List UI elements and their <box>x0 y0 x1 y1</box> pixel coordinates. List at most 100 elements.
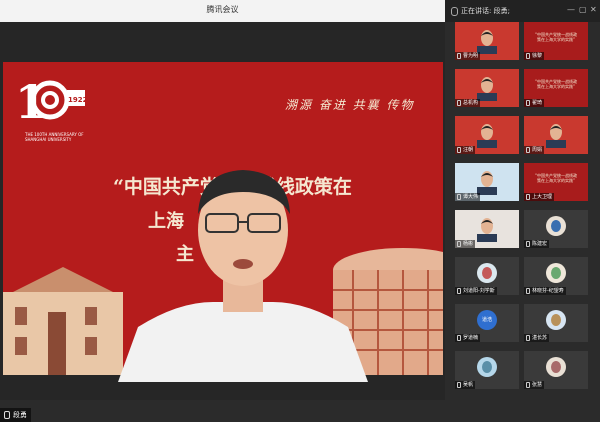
participant-name: 张慧 <box>524 381 545 389</box>
participant-avatar <box>477 357 497 377</box>
microphone-icon <box>4 411 10 419</box>
svg-text:1922: 1922 <box>68 96 85 104</box>
microphone-icon <box>457 334 461 341</box>
participant-name: 谭大伟 <box>455 193 481 201</box>
microphone-icon <box>526 193 530 200</box>
speaking-indicator: 正在讲话: 段勇; <box>461 7 510 15</box>
participant-name: 总机构 <box>455 99 481 107</box>
participant-name: 刘道阳-刘学斯 <box>455 287 497 295</box>
microphone-icon <box>457 381 461 388</box>
avatar-image <box>551 314 561 326</box>
participant-name-text: 徐黎 <box>532 53 543 59</box>
participant-tile[interactable]: 张慧 <box>524 351 588 389</box>
microphone-icon <box>526 99 530 106</box>
microphone-icon <box>526 52 530 59</box>
participant-avatar <box>546 216 566 236</box>
minimize-icon[interactable]: — <box>567 5 575 14</box>
microphone-icon <box>457 193 461 200</box>
microphone-icon <box>526 287 530 294</box>
participant-avatar <box>477 263 497 283</box>
participant-name: 湛长苏 <box>524 334 550 342</box>
participant-tile[interactable]: 吴帆 <box>455 351 519 389</box>
participant-name-text: 吴帆 <box>463 382 474 388</box>
participant-name: 翟琦 <box>524 99 545 107</box>
avatar-image <box>551 220 561 232</box>
participant-avatar <box>546 263 566 283</box>
participant-name-text: 翟琦 <box>532 100 543 106</box>
participant-name-text: 总机构 <box>463 100 479 106</box>
microphone-icon <box>457 146 461 153</box>
participant-tile[interactable]: 杨彬 <box>455 210 519 248</box>
avatar-image <box>482 361 492 373</box>
participant-video-face <box>546 124 566 148</box>
slide-thumbnail-text: “中国共产党统一战线政策在上海大学的实践” <box>534 79 578 89</box>
avatar-image <box>551 361 561 373</box>
participant-tile[interactable]: 湛长苏 <box>524 304 588 342</box>
speaker-video <box>118 170 368 382</box>
participant-tile[interactable]: 林晓芬-纪望寿 <box>524 257 588 295</box>
microphone-icon <box>451 7 458 16</box>
microphone-icon <box>457 287 461 294</box>
main-video[interactable]: 1 1922 THE 100TH ANNIVERSARY OF SHANGHAI… <box>0 22 445 422</box>
sidebar-header: 正在讲话: 段勇; — ▢ ✕ <box>445 0 600 22</box>
participant-name: 林晓芬-纪望寿 <box>524 287 566 295</box>
participant-name-text: 杨彬 <box>463 241 474 247</box>
participant-name: 上大卫理 <box>524 193 555 201</box>
participant-name: 陈建宏 <box>524 240 550 248</box>
close-icon[interactable]: ✕ <box>590 5 597 14</box>
microphone-icon <box>526 240 530 247</box>
microphone-icon <box>526 381 530 388</box>
participant-tile[interactable]: “中国共产党统一战线政策在上海大学的实践” 徐黎 <box>524 22 588 60</box>
speaker-name-tag: 段勇 <box>0 408 31 422</box>
participant-tile[interactable]: 周娟 <box>524 116 588 154</box>
avatar-image <box>551 267 561 279</box>
participant-name: 汪朝 <box>455 146 476 154</box>
participant-name-text: 罗道楠 <box>463 335 479 341</box>
participant-name: 罗道楠 <box>455 334 481 342</box>
participant-name-text: 上大卫理 <box>532 194 553 200</box>
participant-name-text: 张慧 <box>532 382 543 388</box>
participant-video-face <box>477 218 497 242</box>
microphone-icon <box>526 334 530 341</box>
participant-name: 杨彬 <box>455 240 476 248</box>
participant-name-text: 周娟 <box>532 147 543 153</box>
participant-tile[interactable]: 陈建宏 <box>524 210 588 248</box>
participant-tile[interactable]: 总机构 <box>455 69 519 107</box>
avatar-image <box>482 267 492 279</box>
participant-tile[interactable]: “中国共产党统一战线政策在上海大学的实践” 上大卫理 <box>524 163 588 201</box>
microphone-icon <box>457 52 461 59</box>
participant-name: 周娟 <box>524 146 545 154</box>
microphone-icon <box>526 146 530 153</box>
participant-tile[interactable]: 曹为明 <box>455 22 519 60</box>
participant-video-face <box>477 171 497 195</box>
participant-video-face <box>477 77 497 101</box>
participant-name-text: 刘道阳-刘学斯 <box>463 288 495 294</box>
title-bar: 腾讯会议 <box>0 0 445 23</box>
speaker-name: 段勇 <box>13 411 27 419</box>
participant-tile[interactable]: 汪朝 <box>455 116 519 154</box>
historic-building-illustration <box>3 267 123 375</box>
participant-name: 曹为明 <box>455 52 481 60</box>
participant-avatar <box>546 310 566 330</box>
participant-name-text: 陈建宏 <box>532 241 548 247</box>
participant-video-face <box>477 124 497 148</box>
maximize-icon[interactable]: ▢ <box>579 5 587 14</box>
participant-video-face <box>477 30 497 54</box>
participant-name-text: 湛长苏 <box>532 335 548 341</box>
participant-name: 吴帆 <box>455 381 476 389</box>
microphone-icon <box>457 240 461 247</box>
participant-tile[interactable]: “中国共产党统一战线政策在上海大学的实践” 翟琦 <box>524 69 588 107</box>
window-title: 腾讯会议 <box>206 5 239 14</box>
participant-grid: 曹为明 “中国共产党统一战线政策在上海大学的实践” 徐黎总机构 “中国共产党统一战线政… <box>445 22 600 400</box>
slide-thumbnail-text: “中国共产党统一战线政策在上海大学的实践” <box>534 32 578 42</box>
participant-tile[interactable]: 道浩 罗道楠 <box>455 304 519 342</box>
slide-slogan: 溯源 奋进 共襄 传物 <box>285 98 415 112</box>
participant-tile[interactable]: 谭大伟 <box>455 163 519 201</box>
participant-name-text: 林晓芬-纪望寿 <box>532 288 564 294</box>
participant-name-text: 谭大伟 <box>463 194 479 200</box>
slide-thumbnail-text: “中国共产党统一战线政策在上海大学的实践” <box>534 173 578 183</box>
participant-name-text: 汪朝 <box>463 147 474 153</box>
logo-caption: THE 100TH ANNIVERSARY OF SHANGHAI UNIVER… <box>25 132 84 142</box>
anniversary-logo-icon: 1 1922 <box>15 75 85 129</box>
participant-tile[interactable]: 刘道阳-刘学斯 <box>455 257 519 295</box>
